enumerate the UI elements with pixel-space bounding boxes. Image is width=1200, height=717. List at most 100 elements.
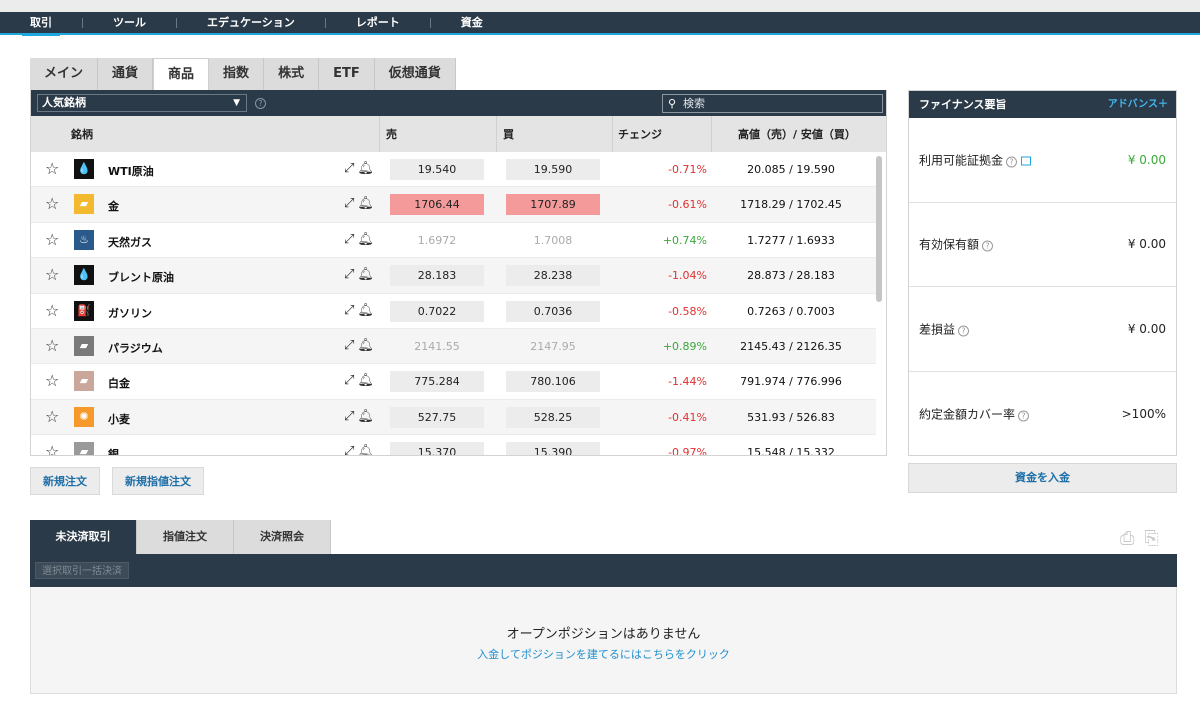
- watchlist-dropdown[interactable]: 人気銘柄 ▼: [37, 94, 247, 112]
- finance-value: ¥ 0.00: [1127, 237, 1166, 252]
- help-icon[interactable]: ?: [982, 240, 994, 252]
- row-actions: ⤢🔔︎: [344, 161, 377, 176]
- scrollbar[interactable]: [876, 156, 882, 302]
- bell-icon[interactable]: 🔔︎: [357, 267, 377, 282]
- instrument-name: WTI原油: [108, 165, 154, 178]
- tab-currency[interactable]: 通貨: [98, 58, 154, 90]
- buy-price[interactable]: 1707.89: [506, 194, 600, 216]
- sell-price[interactable]: 775.284: [390, 371, 484, 393]
- tab-indices[interactable]: 指数: [209, 58, 265, 90]
- finance-value: ¥ 0.00: [1127, 152, 1166, 167]
- new-limit-order-button[interactable]: 新規指値注文: [112, 467, 204, 495]
- empty-state-title: オープンポジションはありません: [506, 627, 701, 642]
- print-icon[interactable]: ⎙: [1120, 528, 1144, 549]
- new-order-button[interactable]: 新規注文: [30, 467, 100, 495]
- order-buttons: 新規注文 新規指値注文: [30, 467, 216, 495]
- chart-expand-icon[interactable]: ⤢: [344, 161, 357, 176]
- favorite-star-icon[interactable]: ☆: [45, 160, 59, 178]
- bell-icon[interactable]: 🔔︎: [357, 232, 377, 247]
- empty-state-link[interactable]: 入金してポジションを建てるにはこちらをクリック: [31, 646, 1176, 662]
- buy-price[interactable]: 28.238: [506, 265, 600, 287]
- chart-expand-icon[interactable]: ⤢: [344, 373, 357, 388]
- tab-etf[interactable]: ETF: [319, 58, 375, 90]
- buy-price[interactable]: 0.7036: [506, 300, 600, 322]
- tab-crypto[interactable]: 仮想通貨: [374, 58, 456, 90]
- bell-icon[interactable]: 🔔︎: [357, 373, 377, 388]
- table-row[interactable]: ☆ 💧 ブレント原油 ⤢🔔︎ 28.183 28.238 -1.04% 28.873 / 28…: [31, 258, 876, 294]
- favorite-star-icon[interactable]: ☆: [45, 195, 59, 213]
- bell-icon[interactable]: 🔔︎: [357, 409, 377, 424]
- help-icon[interactable]: ?: [1006, 156, 1018, 168]
- screen-icon[interactable]: [1021, 156, 1032, 166]
- bell-icon[interactable]: 🔔︎: [357, 303, 377, 318]
- tab-stocks[interactable]: 株式: [264, 58, 320, 90]
- chart-expand-icon[interactable]: ⤢: [344, 409, 357, 424]
- tab-limit-orders[interactable]: 指値注文: [137, 520, 234, 554]
- buy-price[interactable]: 780.106: [506, 371, 600, 393]
- tab-open-trades[interactable]: 未決済取引: [30, 520, 137, 554]
- bulk-close-button[interactable]: 選択取引一括決済: [35, 562, 129, 579]
- buy-price[interactable]: 1.7008: [506, 230, 600, 251]
- chart-expand-icon[interactable]: ⤢: [344, 267, 357, 282]
- sell-price[interactable]: 527.75: [390, 406, 484, 428]
- bell-icon[interactable]: 🔔︎: [357, 444, 377, 455]
- chart-expand-icon[interactable]: ⤢: [344, 338, 357, 353]
- sell-price[interactable]: 1706.44: [390, 194, 484, 216]
- table-row[interactable]: ☆ 💧 WTI原油 ⤢🔔︎ 19.540 19.590 -0.71% 20.085 / 19.…: [31, 152, 876, 188]
- silver-bars-icon: ▰: [74, 442, 94, 455]
- buy-price[interactable]: 19.590: [506, 159, 600, 180]
- buy-price[interactable]: 2147.95: [506, 336, 600, 357]
- high-low: 28.873 / 28.183: [747, 269, 835, 283]
- favorite-star-icon[interactable]: ☆: [45, 372, 59, 390]
- instrument-name: ガソリン: [108, 306, 152, 320]
- instrument-name: ブレント原油: [108, 271, 174, 285]
- favorite-star-icon[interactable]: ☆: [45, 230, 59, 249]
- favorite-star-icon[interactable]: ☆: [45, 301, 59, 320]
- help-icon[interactable]: ?: [1018, 410, 1030, 422]
- sell-price[interactable]: 15.370: [390, 442, 484, 455]
- bell-icon[interactable]: 🔔︎: [357, 338, 377, 353]
- favorite-star-icon[interactable]: ☆: [45, 443, 59, 455]
- table-row[interactable]: ☆ ▰ 白金 ⤢🔔︎ 775.284 780.106 -1.44% 791.974 / 776…: [31, 364, 876, 400]
- nav-report[interactable]: レポート: [326, 11, 430, 34]
- nav-education[interactable]: エデュケーション: [177, 11, 325, 34]
- search-input[interactable]: ⚲ 検索: [662, 94, 883, 113]
- help-icon[interactable]: ?: [255, 97, 266, 109]
- high-low: 0.7263 / 0.7003: [747, 304, 835, 318]
- advanced-link[interactable]: アドバンス＋: [1108, 91, 1168, 118]
- chart-expand-icon[interactable]: ⤢: [344, 196, 357, 211]
- export-icon[interactable]: ⎘: [1144, 528, 1168, 549]
- table-row[interactable]: ☆ ✺ 小麦 ⤢🔔︎ 527.75 528.25 -0.41% 531.93 / 526.83: [31, 399, 876, 436]
- table-row[interactable]: ☆ ▰ パラジウム ⤢🔔︎ 2141.55 2147.95 +0.89% 2145.43 / …: [31, 328, 876, 365]
- nav-trade[interactable]: 取引: [0, 11, 82, 36]
- nav-funds[interactable]: 資金: [431, 11, 513, 34]
- buy-price[interactable]: 528.25: [506, 406, 600, 428]
- help-icon[interactable]: ?: [958, 325, 970, 337]
- sell-price[interactable]: 2141.55: [390, 336, 484, 357]
- instrument-name: 天然ガス: [108, 235, 152, 249]
- sell-price[interactable]: 1.6972: [390, 230, 484, 251]
- favorite-star-icon[interactable]: ☆: [45, 266, 59, 284]
- nav-tools[interactable]: ツール: [83, 11, 176, 34]
- sell-price[interactable]: 0.7022: [390, 300, 484, 322]
- sell-price[interactable]: 19.540: [390, 159, 484, 180]
- chart-expand-icon[interactable]: ⤢: [344, 232, 357, 247]
- table-row[interactable]: ☆ ♨ 天然ガス ⤢🔔︎ 1.6972 1.7008 +0.74% 1.7277 / 1.69…: [31, 222, 876, 259]
- finance-title: ファイナンス要旨: [919, 98, 1007, 111]
- sell-price[interactable]: 28.183: [390, 265, 484, 287]
- bell-icon[interactable]: 🔔︎: [357, 196, 377, 211]
- finance-row: 有効保有額? ¥ 0.00: [909, 203, 1176, 287]
- chart-expand-icon[interactable]: ⤢: [344, 303, 357, 318]
- tab-main[interactable]: メイン: [30, 58, 99, 90]
- table-row[interactable]: ☆ ▰ 金 ⤢🔔︎ 1706.44 1707.89 -0.61% 1718.29 / 1702…: [31, 187, 876, 223]
- bell-icon[interactable]: 🔔︎: [357, 161, 377, 176]
- favorite-star-icon[interactable]: ☆: [45, 336, 59, 355]
- favorite-star-icon[interactable]: ☆: [45, 407, 59, 426]
- table-row[interactable]: ☆ ▰ 銀 ⤢🔔︎ 15.370 15.390 -0.97% 15.548 / 15.332: [31, 435, 876, 455]
- chart-expand-icon[interactable]: ⤢: [344, 444, 357, 455]
- tab-commodities[interactable]: 商品: [153, 58, 210, 90]
- buy-price[interactable]: 15.390: [506, 442, 600, 455]
- deposit-button[interactable]: 資金を入金: [908, 463, 1177, 493]
- tab-closed-trades[interactable]: 決済照会: [234, 520, 331, 554]
- table-row[interactable]: ☆ ⛽ ガソリン ⤢🔔︎ 0.7022 0.7036 -0.58% 0.7263 / 0.70…: [31, 293, 876, 329]
